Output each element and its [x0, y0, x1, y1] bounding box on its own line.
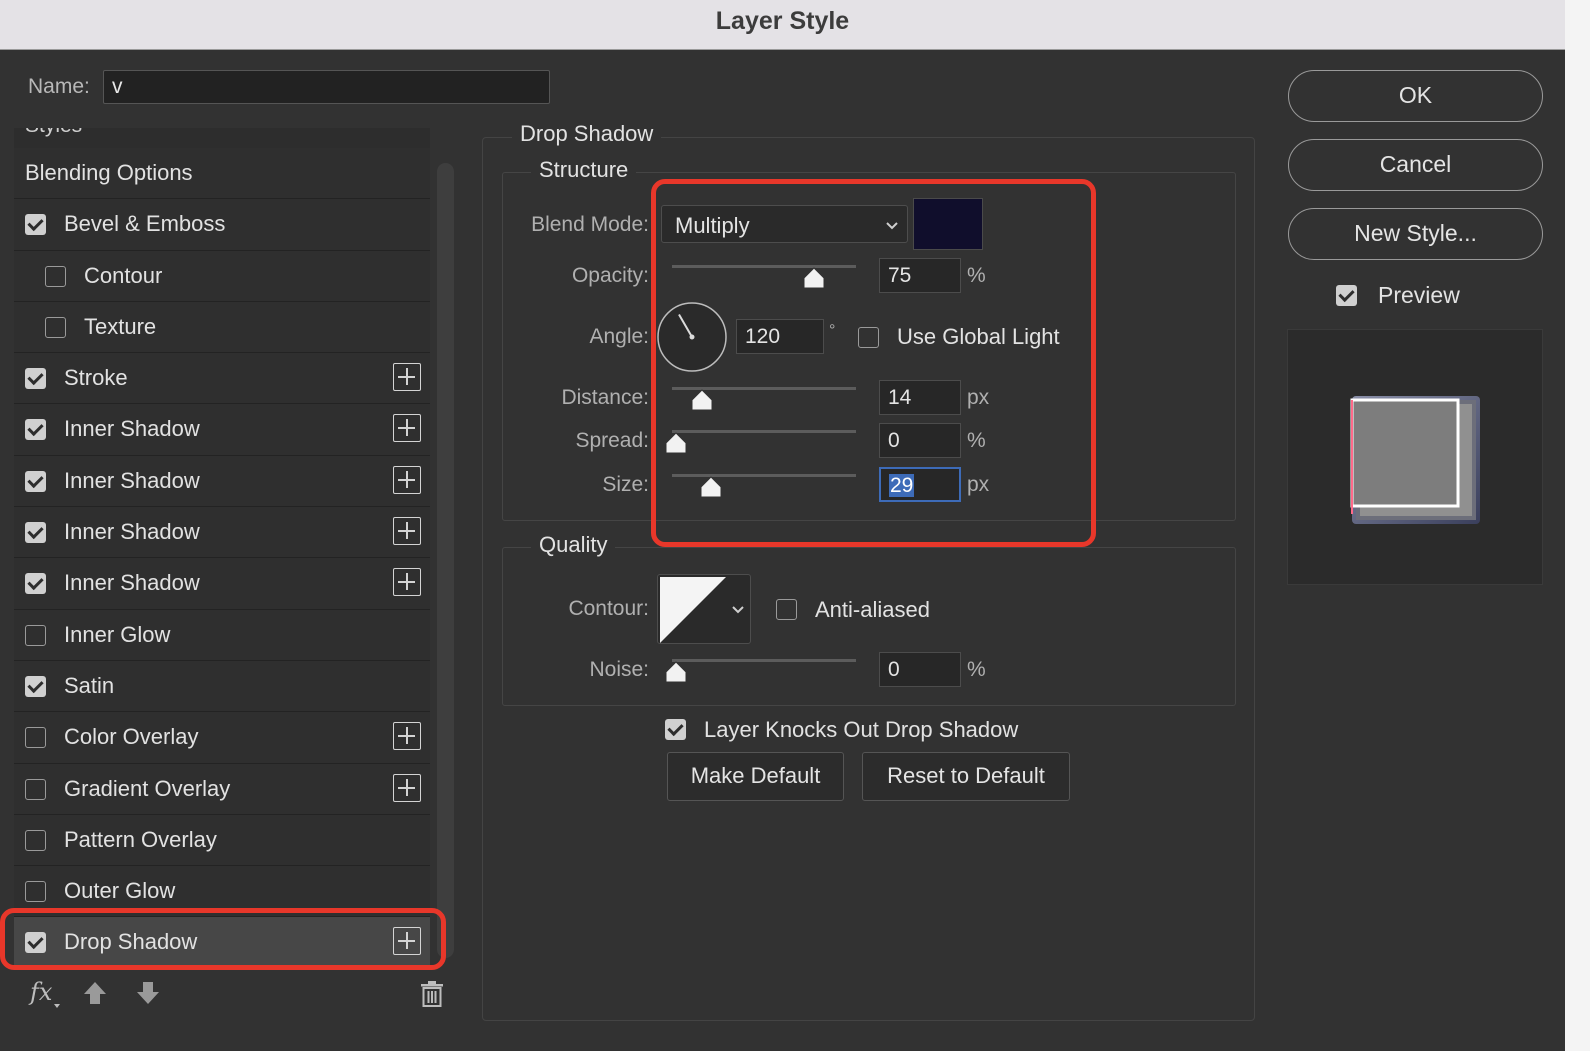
style-checkbox[interactable] [45, 265, 66, 287]
preview-label: Preview [1378, 282, 1460, 308]
chevron-down-icon [732, 606, 744, 614]
style-checkbox[interactable] [25, 778, 46, 800]
noise-unit: % [967, 658, 986, 681]
structure-title: Structure [531, 157, 637, 183]
add-style-icon[interactable] [393, 568, 421, 597]
style-row-bevel-emboss[interactable]: Bevel & Emboss [14, 199, 430, 251]
distance-label: Distance: [561, 386, 649, 409]
style-label: Inner Glow [64, 621, 171, 647]
style-row-satin[interactable]: Satin [14, 660, 430, 713]
style-row-gradient-overlay[interactable]: Gradient Overlay [14, 763, 430, 815]
style-label: Inner Shadow [64, 467, 200, 493]
anti-aliased-label: Anti-aliased [815, 597, 930, 622]
style-label: Texture [84, 313, 157, 339]
add-style-icon[interactable] [393, 414, 421, 443]
noise-slider-thumb[interactable] [665, 661, 687, 683]
preview-checkbox[interactable] [1336, 285, 1357, 306]
quality-group [502, 547, 1236, 706]
style-preview-thumbnail [1350, 396, 1480, 524]
style-checkbox[interactable] [25, 881, 46, 903]
style-checkbox[interactable] [25, 675, 46, 697]
layer-knocks-out-label: Layer Knocks Out Drop Shadow [704, 717, 1019, 742]
fx-icon[interactable]: fx [30, 978, 52, 1006]
style-row-inner-shadow[interactable]: Inner Shadow [14, 455, 430, 508]
style-checkbox[interactable] [25, 419, 46, 441]
style-label: Pattern Overlay [64, 826, 217, 852]
style-label: Blending Options [25, 160, 193, 185]
noise-input[interactable]: 0 [879, 652, 961, 687]
style-checkbox[interactable] [25, 368, 46, 390]
quality-title: Quality [531, 532, 616, 558]
noise-label: Noise: [589, 658, 649, 681]
make-default-button[interactable]: Make Default [667, 752, 844, 801]
name-label: Name: [28, 75, 90, 98]
add-style-icon[interactable] [393, 722, 421, 751]
style-row-inner-shadow[interactable]: Inner Shadow [14, 507, 430, 559]
styles-scrollbar[interactable] [437, 163, 454, 958]
window-title: Layer Style [0, 0, 1565, 50]
style-row-contour[interactable]: Contour [14, 250, 430, 302]
move-down-icon[interactable] [135, 980, 161, 1006]
style-row-inner-shadow[interactable]: Inner Shadow [14, 404, 430, 456]
style-row-inner-shadow[interactable]: Inner Shadow [14, 558, 430, 610]
style-row-blending-options[interactable]: Blending Options [14, 148, 430, 200]
cancel-button[interactable]: Cancel [1288, 139, 1543, 191]
fx-dropdown-icon [54, 1004, 60, 1008]
size-label: Size: [602, 473, 649, 496]
styles-header-label: Styles [25, 128, 82, 138]
style-label: Inner Shadow [64, 416, 200, 442]
style-label: Bevel & Emboss [64, 211, 226, 237]
style-label: Inner Shadow [64, 519, 200, 545]
opacity-label: Opacity: [571, 264, 649, 287]
blend-mode-label: Blend Mode: [531, 213, 649, 236]
highlight-drop-shadow-row [0, 908, 446, 970]
style-label: Gradient Overlay [64, 775, 231, 801]
style-row-texture[interactable]: Texture [14, 301, 430, 354]
add-style-icon[interactable] [393, 363, 421, 392]
layer-knocks-out-checkbox[interactable] [665, 719, 686, 740]
panel-title: Drop Shadow [512, 121, 662, 147]
style-row-stroke[interactable]: Stroke [14, 353, 430, 405]
move-up-icon[interactable] [82, 980, 108, 1006]
contour-label: Contour: [568, 597, 649, 620]
anti-aliased-checkbox[interactable] [776, 599, 797, 620]
styles-list: Styles Blending Options Bevel & Emboss Con… [14, 128, 430, 966]
add-style-icon[interactable] [393, 517, 421, 546]
style-label: Stroke [64, 365, 128, 391]
style-checkbox[interactable] [25, 829, 46, 851]
contour-picker[interactable] [657, 574, 751, 644]
style-label: Satin [64, 672, 115, 698]
style-checkbox[interactable] [25, 470, 46, 492]
style-checkbox[interactable] [25, 522, 46, 544]
highlight-structure-box [651, 179, 1096, 547]
style-label: Contour [84, 262, 163, 288]
style-checkbox[interactable] [25, 727, 46, 749]
name-input[interactable]: v [103, 70, 550, 104]
noise-slider-track[interactable] [672, 659, 856, 662]
new-style-button[interactable]: New Style... [1288, 208, 1543, 260]
styles-footer: fx [14, 968, 462, 1018]
window-edge [1565, 0, 1590, 1051]
style-preview-panel [1287, 329, 1543, 585]
styles-header: Styles [14, 128, 430, 148]
style-row-pattern-overlay[interactable]: Pattern Overlay [14, 814, 430, 867]
trash-icon[interactable] [419, 980, 445, 1008]
style-checkbox[interactable] [45, 316, 66, 338]
style-checkbox[interactable] [25, 624, 46, 646]
add-style-icon[interactable] [393, 465, 421, 494]
reset-to-default-button[interactable]: Reset to Default [862, 752, 1070, 801]
style-label: Color Overlay [64, 724, 199, 750]
style-checkbox[interactable] [25, 214, 46, 236]
spread-label: Spread: [575, 429, 649, 452]
style-label: Outer Glow [64, 878, 176, 904]
style-label: Inner Shadow [64, 570, 200, 596]
contour-preview-icon [660, 577, 726, 643]
style-row-color-overlay[interactable]: Color Overlay [14, 712, 430, 764]
ok-button[interactable]: OK [1288, 70, 1543, 122]
add-style-icon[interactable] [393, 773, 421, 802]
angle-label: Angle: [589, 325, 649, 348]
style-checkbox[interactable] [25, 573, 46, 595]
style-row-inner-glow[interactable]: Inner Glow [14, 609, 430, 661]
